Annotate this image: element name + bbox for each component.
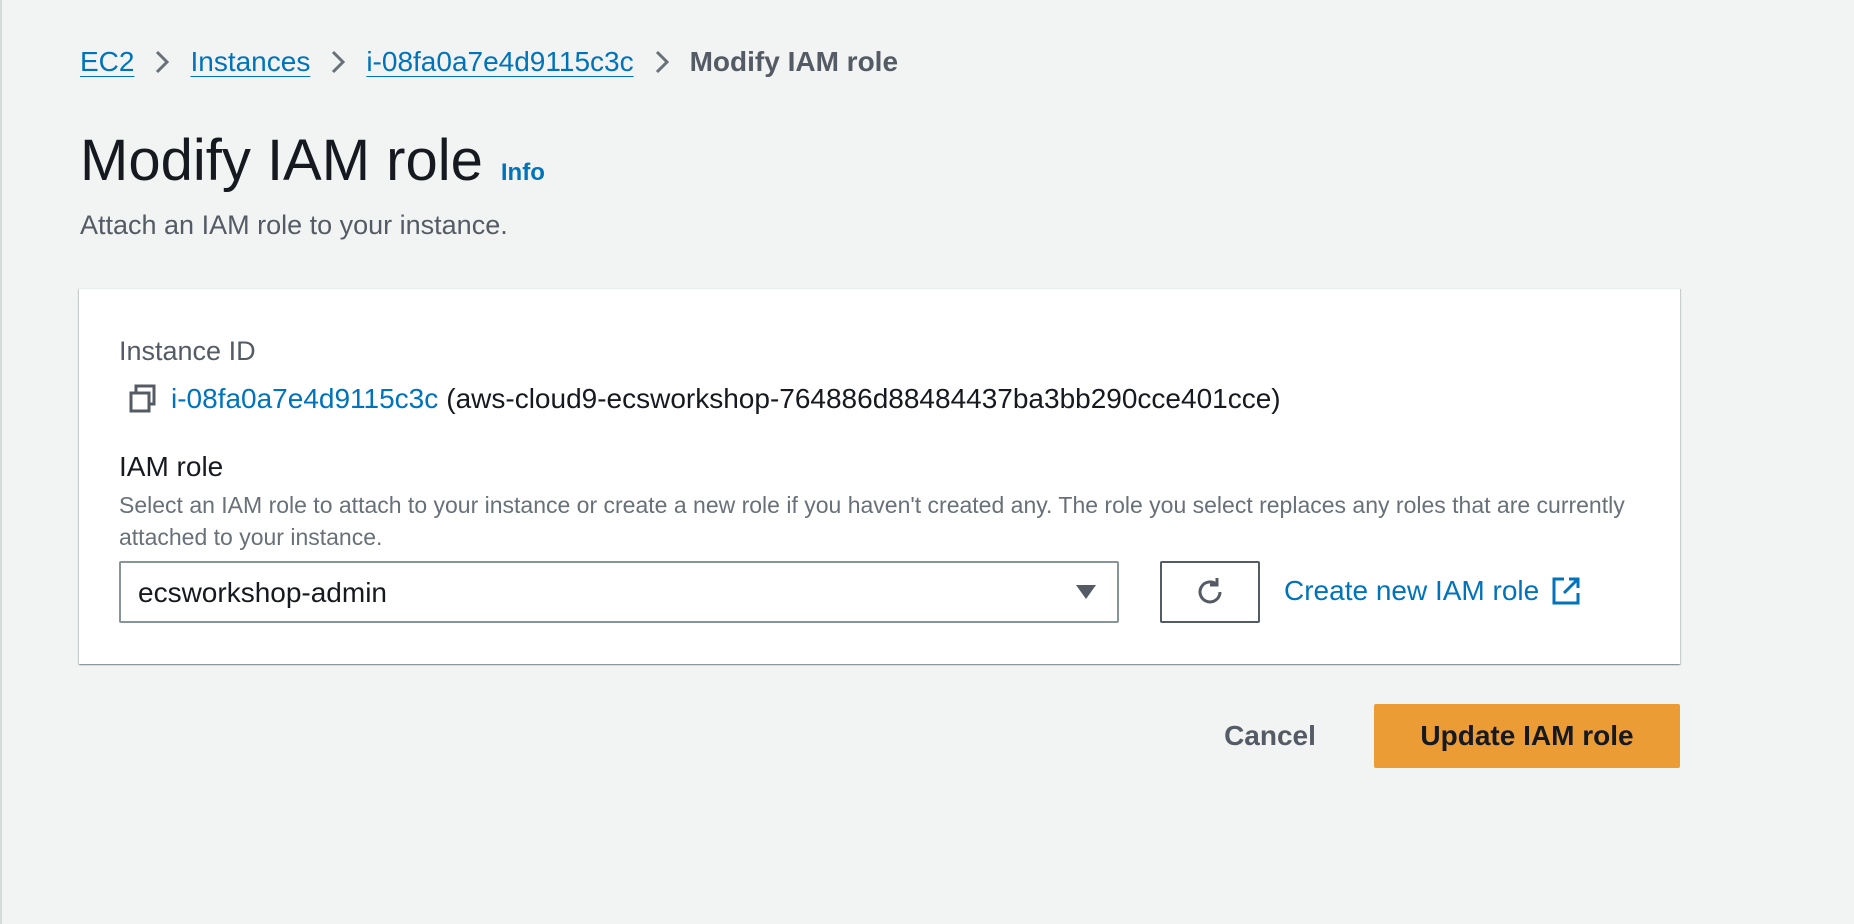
- chevron-right-icon: [310, 48, 366, 76]
- chevron-right-icon: [634, 48, 690, 76]
- create-iam-role-label: Create new IAM role: [1284, 575, 1540, 606]
- breadcrumb-current: Modify IAM role: [689, 46, 899, 77]
- instance-name: (aws-cloud9-ecsworkshop-764886d88484437b…: [446, 383, 1281, 414]
- caret-down-icon: [1076, 585, 1096, 599]
- breadcrumb-ec2[interactable]: EC2: [80, 44, 134, 80]
- refresh-icon: [1198, 578, 1222, 604]
- page-description: Attach an IAM role to your instance.: [80, 210, 508, 240]
- modify-role-panel: Instance ID i-08fa0a7e4d9115c3c (aws-clo…: [79, 288, 1680, 664]
- cancel-button[interactable]: Cancel: [1200, 704, 1340, 768]
- iam-role-label: IAM role: [119, 451, 224, 482]
- iam-role-description: Select an IAM role to attach to your ins…: [119, 492, 1625, 550]
- copy-icon[interactable]: [127, 383, 159, 415]
- iam-role-select[interactable]: ecsworkshop-admin: [119, 561, 1119, 623]
- info-link[interactable]: Info: [501, 159, 545, 187]
- breadcrumb-instances[interactable]: Instances: [190, 44, 310, 80]
- breadcrumb-instance-id[interactable]: i-08fa0a7e4d9115c3c: [366, 44, 633, 80]
- instance-id-row: i-08fa0a7e4d9115c3c (aws-cloud9-ecsworks…: [127, 381, 1281, 417]
- instance-id-label: Instance ID: [119, 336, 256, 366]
- instance-id-link[interactable]: i-08fa0a7e4d9115c3c: [171, 381, 438, 417]
- left-divider: [0, 0, 2, 924]
- breadcrumb: EC2 Instances i-08fa0a7e4d9115c3c Modify…: [80, 44, 898, 80]
- update-iam-role-button[interactable]: Update IAM role: [1374, 704, 1680, 768]
- chevron-right-icon: [134, 48, 190, 76]
- page-title: Modify IAM role: [80, 128, 483, 193]
- iam-role-selected-value: ecsworkshop-admin: [138, 577, 387, 608]
- page-header: Modify IAM role Info: [80, 128, 545, 194]
- external-link-icon: [1551, 576, 1581, 606]
- refresh-button[interactable]: [1160, 561, 1260, 623]
- create-iam-role-link[interactable]: Create new IAM role: [1284, 573, 1581, 609]
